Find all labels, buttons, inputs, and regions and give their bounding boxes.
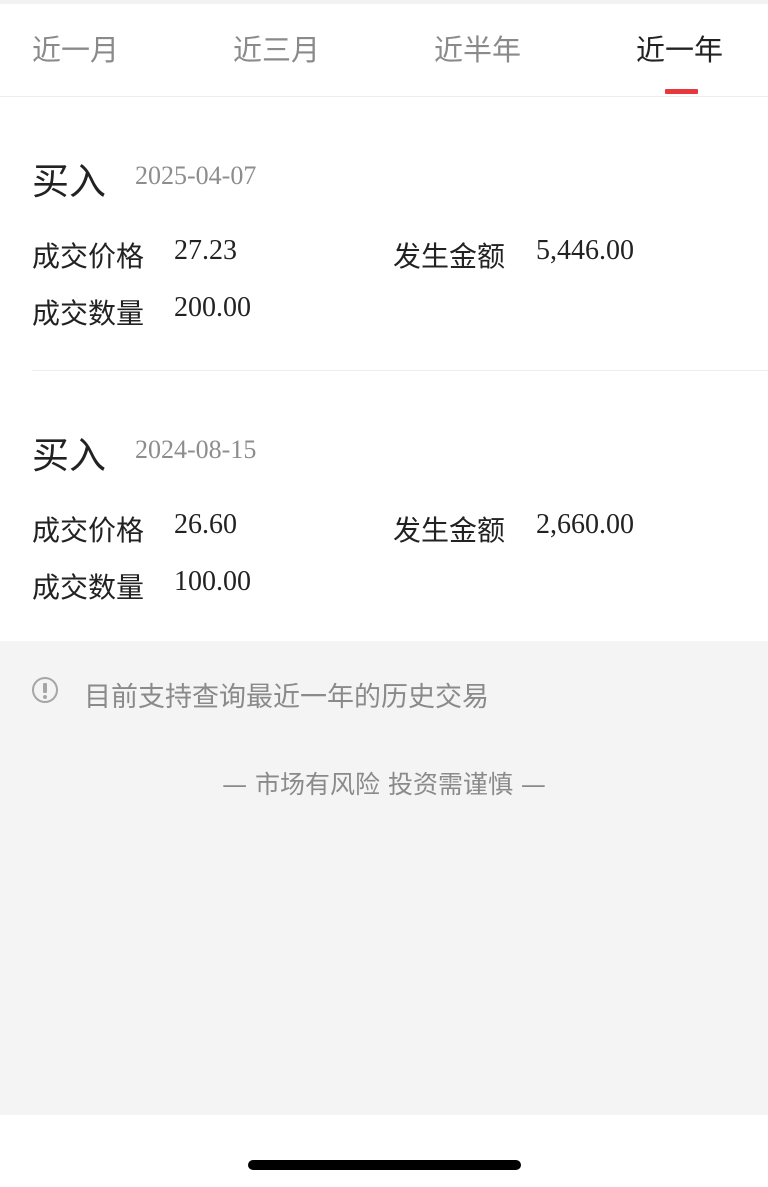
price-label: 成交价格 bbox=[32, 514, 145, 547]
price-value: 26.60 bbox=[174, 509, 237, 540]
quantity-label: 成交数量 bbox=[32, 571, 145, 604]
footer-area: 目前支持查询最近一年的历史交易 — 市场有风险 投资需谨慎 — bbox=[0, 641, 768, 1115]
trade-type: 买入 bbox=[32, 160, 106, 203]
trade-record[interactable]: 买入 2025-04-07 成交价格 27.23 发生金额 5,446.00 成… bbox=[0, 97, 768, 370]
tab-three-months[interactable]: 近三月 bbox=[233, 30, 320, 70]
tab-half-year[interactable]: 近半年 bbox=[434, 30, 521, 70]
history-notice: 目前支持查询最近一年的历史交易 bbox=[84, 682, 489, 713]
quantity-value: 100.00 bbox=[174, 566, 251, 597]
trade-type: 买入 bbox=[32, 434, 106, 477]
amount-label: 发生金额 bbox=[393, 240, 506, 273]
trade-date: 2024-08-15 bbox=[135, 435, 257, 464]
quantity-label: 成交数量 bbox=[32, 297, 145, 330]
active-tab-indicator bbox=[665, 89, 698, 94]
amount-label: 发生金额 bbox=[393, 514, 506, 547]
period-tabs: 近一月 近三月 近半年 近一年 bbox=[0, 4, 768, 97]
risk-disclaimer: — 市场有风险 投资需谨慎 — bbox=[222, 770, 546, 799]
amount-value: 2,660.00 bbox=[536, 509, 634, 540]
info-circle-icon bbox=[32, 677, 58, 703]
quantity-value: 200.00 bbox=[174, 292, 251, 323]
home-indicator[interactable] bbox=[248, 1160, 521, 1170]
amount-value: 5,446.00 bbox=[536, 235, 634, 266]
trade-record[interactable]: 买入 2024-08-15 成交价格 26.60 发生金额 2,660.00 成… bbox=[0, 371, 768, 641]
tab-one-year[interactable]: 近一年 bbox=[636, 30, 723, 70]
tab-one-month[interactable]: 近一月 bbox=[32, 30, 119, 70]
trade-date: 2025-04-07 bbox=[135, 161, 257, 190]
price-value: 27.23 bbox=[174, 235, 237, 266]
price-label: 成交价格 bbox=[32, 240, 145, 273]
